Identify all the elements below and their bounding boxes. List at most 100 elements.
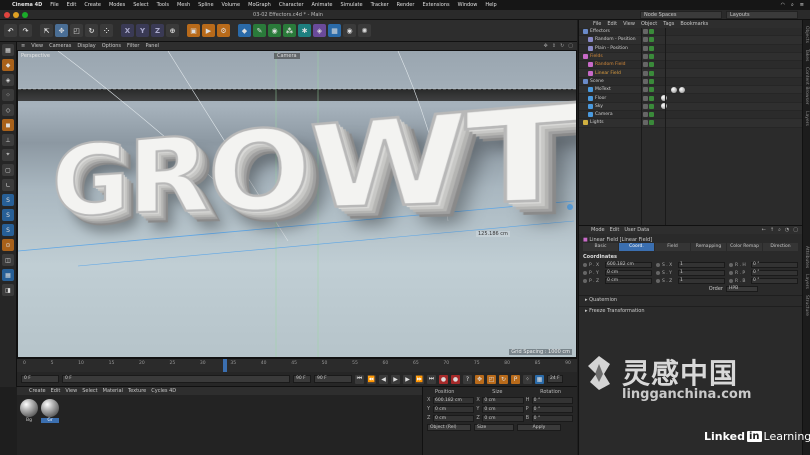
object-row[interactable]: MoText [579,86,802,95]
editor-visibility-icon[interactable] [643,78,648,84]
coordinate-value-field[interactable]: 1 [678,270,725,276]
zoom-view-icon[interactable]: ⇕ [552,43,556,49]
object-row[interactable]: Random - Position [579,36,802,45]
coordinate-value-field[interactable]: 1 [678,262,725,268]
coordinate-value-field[interactable]: 1 [678,278,725,284]
enable-check-icon[interactable] [649,95,654,101]
am-menu-user-data[interactable]: User Data [624,227,649,233]
tab-layers-upper[interactable]: Layers [804,111,809,126]
menu-file[interactable]: File [50,2,58,8]
z-axis-lock-button[interactable]: Z [151,24,164,37]
points-mode-icon[interactable]: ⁘ [2,89,14,101]
lock-workplane-icon[interactable]: ⊙ [2,239,14,251]
material-tag-icon[interactable] [679,86,685,93]
start-frame-field[interactable]: 0 F [21,375,59,383]
om-menu-tags[interactable]: Tags [663,21,674,27]
am-menu-mode[interactable]: Mode [591,227,605,233]
quaternion-group[interactable]: ▸ Quaternion [579,295,802,304]
menu-extensions[interactable]: Extensions [422,2,449,8]
menu-select[interactable]: Select [133,2,148,8]
object-row[interactable]: Linear Field [579,69,802,78]
coordinate-mode-select[interactable]: Object (Rel) [427,424,471,431]
tab-layers[interactable]: Layers [804,274,809,289]
render-picture-viewer-icon[interactable]: ▶ [202,24,215,37]
editor-visibility-icon[interactable] [643,62,648,68]
menu-app-name[interactable]: Cinema 4D [12,2,42,8]
menu-animate[interactable]: Animate [312,2,333,8]
material-menu-view[interactable]: View [65,388,77,394]
record-icon[interactable]: ● [439,374,448,384]
scale-tool-icon[interactable]: ◰ [70,24,83,37]
previous-frame-icon[interactable]: ◀ [379,374,388,384]
visibility-flags[interactable] [643,87,654,93]
layouts-dropdown[interactable]: Layouts [726,11,798,19]
keyframe-dot-icon[interactable] [656,271,660,275]
preview-end-field[interactable]: 90 F [293,375,311,383]
tab-takes[interactable]: Takes [804,49,809,61]
tab-objects[interactable]: Objects [804,26,809,43]
position-z-field[interactable]: 0 cm [433,415,475,422]
undo-icon[interactable]: ↶ [4,24,17,37]
attribute-tab[interactable]: Remapping [691,243,726,251]
workplane-icon[interactable]: S [2,209,14,221]
menu-window[interactable]: Window [458,2,478,8]
menu-tools[interactable]: Tools [157,2,169,8]
y-axis-lock-button[interactable]: Y [136,24,149,37]
search-icon[interactable]: ⌕ [778,227,781,233]
control-center-icon[interactable]: ≡ [800,2,804,8]
new-panel-icon[interactable]: ▢ [793,227,798,233]
attribute-tab[interactable]: Field [655,243,690,251]
am-menu-edit[interactable]: Edit [610,227,620,233]
viewport-layout-icon[interactable]: ▦ [2,269,14,281]
perspective-viewport[interactable]: Perspective Camera GROWTH 125.186 cm Gri… [17,50,577,358]
menu-spline[interactable]: Spline [198,2,213,8]
pan-view-icon[interactable]: ✥ [544,43,548,49]
menu-modes[interactable]: Modes [109,2,125,8]
size-x-field[interactable]: 0 cm [482,397,524,404]
more-tools-icon[interactable]: ◨ [2,284,14,296]
parameter-key-icon[interactable]: P [511,374,520,384]
om-menu-object[interactable]: Object [641,21,657,27]
next-frame-icon[interactable]: ▶ [403,374,412,384]
visibility-flags[interactable] [643,37,654,43]
render-settings-icon[interactable]: ⚙ [217,24,230,37]
visibility-flags[interactable] [643,70,654,76]
rotate-tool-icon[interactable]: ↻ [85,24,98,37]
end-frame-field[interactable]: 90 F [314,375,352,383]
editor-visibility-icon[interactable] [643,103,648,109]
orbit-view-icon[interactable]: ↻ [560,43,564,49]
editor-visibility-icon[interactable] [643,37,648,43]
object-row[interactable]: Random Field [579,61,802,70]
attribute-tab[interactable]: Coord. [619,243,654,251]
x-axis-lock-button[interactable]: X [121,24,134,37]
scene-icon[interactable]: ▦ [328,24,341,37]
material-menu-edit[interactable]: Edit [51,388,61,394]
visibility-flags[interactable] [643,29,654,35]
visibility-flags[interactable] [643,120,654,126]
make-editable-icon[interactable]: ▦ [2,44,14,56]
keyframe-dot-icon[interactable] [729,279,733,283]
menu-character[interactable]: Character [279,2,304,8]
enable-check-icon[interactable] [649,54,654,60]
editor-visibility-icon[interactable] [643,87,648,93]
redo-icon[interactable]: ↷ [19,24,32,37]
lock-icon[interactable]: ◔ [785,227,789,233]
viewport-menu-icon[interactable]: ≡ [21,43,25,49]
editor-visibility-icon[interactable] [643,112,648,118]
visibility-flags[interactable] [643,103,654,109]
om-menu-bookmarks[interactable]: Bookmarks [680,21,708,27]
material-menu-create[interactable]: Create [29,388,46,394]
object-row[interactable]: Plain - Position [579,45,802,53]
enable-check-icon[interactable] [649,70,654,76]
menu-help[interactable]: Help [485,2,496,8]
cloner-icon[interactable]: ⁂ [283,24,296,37]
enable-check-icon[interactable] [649,29,654,35]
coordinate-value-field[interactable]: 0 cm [605,270,652,276]
cube-primitive-icon[interactable]: ◆ [238,24,251,37]
position-key-icon[interactable]: ✥ [475,374,484,384]
rotation-h-field[interactable]: 0 ° [531,397,573,404]
menu-edit[interactable]: Edit [67,2,77,8]
snap-settings-icon[interactable]: S [2,194,14,206]
keyframe-dot-icon[interactable] [583,271,587,275]
toggle-views-icon[interactable]: ▢ [568,43,573,49]
